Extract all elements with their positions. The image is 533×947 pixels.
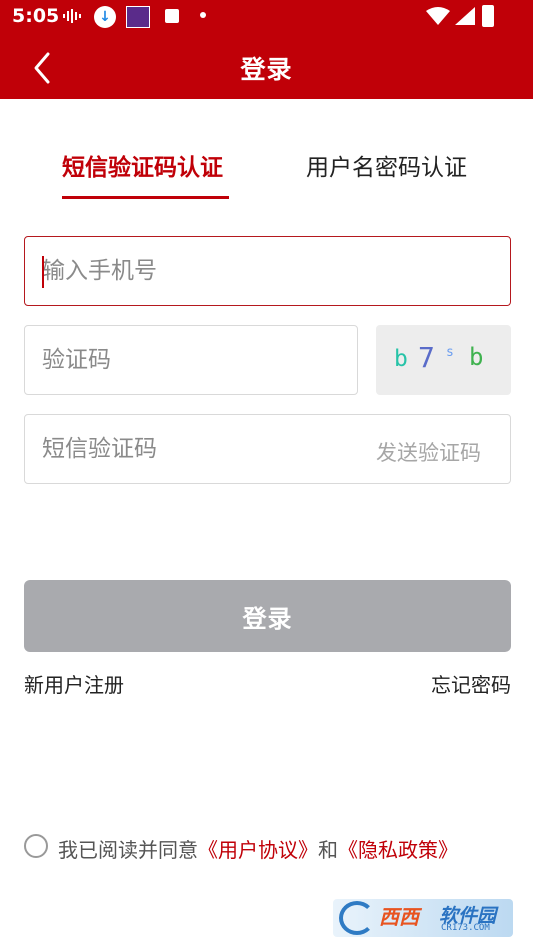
text-cursor	[42, 256, 44, 288]
captcha-char: b	[469, 343, 484, 371]
captcha-char: s	[446, 345, 454, 360]
app-thumbnail-icon	[126, 6, 150, 28]
note-icon	[165, 9, 179, 23]
dot-icon	[200, 12, 206, 18]
download-icon: ↓	[94, 6, 116, 28]
agreement-text: 我已阅读并同意《用户协议》和《隐私政策》	[58, 834, 458, 863]
phone-field[interactable]	[24, 236, 511, 306]
active-tab-indicator	[62, 196, 229, 199]
captcha-image[interactable]: b 7 s b	[376, 325, 511, 395]
status-bar: 5:05 ↓	[0, 0, 533, 32]
sms-code-field[interactable]: 发送验证码	[24, 414, 511, 484]
captcha-input[interactable]	[25, 326, 357, 394]
privacy-policy-link[interactable]: 《隐私政策》	[338, 838, 458, 862]
tab-sms-verification[interactable]: 短信验证码认证	[62, 148, 223, 184]
captcha-char: b	[394, 346, 408, 372]
captcha-field[interactable]	[24, 325, 358, 395]
watermark-main-text: 西西	[379, 905, 419, 929]
audio-waveform-icon	[62, 6, 84, 26]
forgot-password-link[interactable]: 忘记密码	[431, 669, 511, 698]
signal-icon	[454, 6, 476, 26]
page-title: 登录	[240, 55, 293, 84]
phone-input[interactable]	[25, 237, 510, 305]
wifi-icon	[425, 6, 451, 26]
status-time: 5:05	[12, 5, 60, 27]
site-watermark: 西西 软件园 CR173.COM	[333, 899, 513, 937]
app-header: 5:05 ↓ 登录	[0, 0, 533, 99]
watermark-site-text: CR173.COM	[441, 923, 490, 933]
send-code-button[interactable]: 发送验证码	[376, 437, 481, 467]
login-button[interactable]: 登录	[24, 580, 511, 652]
user-agreement-link[interactable]: 《用户协议》	[198, 838, 318, 862]
agreement-and: 和	[318, 838, 338, 862]
agreement-checkbox[interactable]	[24, 834, 48, 858]
battery-charging-icon	[482, 5, 494, 27]
register-link[interactable]: 新用户注册	[24, 669, 124, 698]
watermark-logo-icon	[339, 901, 375, 935]
tab-password-login[interactable]: 用户名密码认证	[306, 148, 467, 184]
captcha-char: 7	[418, 341, 435, 374]
agreement-prefix: 我已阅读并同意	[58, 838, 198, 862]
